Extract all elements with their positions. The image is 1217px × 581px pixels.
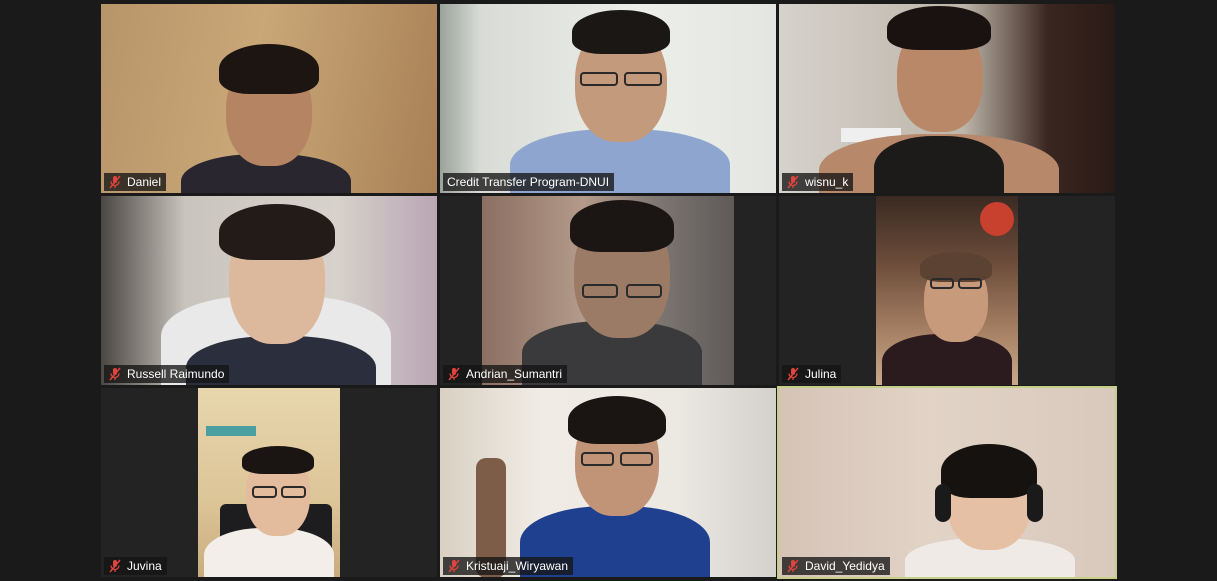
participant-name: Andrian_Sumantri xyxy=(466,367,563,381)
participant-name-label: Juvina xyxy=(104,557,167,575)
participant-name-label: Credit Transfer Program-DNUI xyxy=(443,173,615,191)
participant-video xyxy=(440,4,776,193)
participant-name-label: wisnu_k xyxy=(782,173,854,191)
participant-video xyxy=(779,388,1115,577)
mic-muted-icon xyxy=(447,367,461,381)
participant-name: wisnu_k xyxy=(805,175,849,189)
participant-video xyxy=(198,388,340,577)
participant-video xyxy=(101,196,437,385)
participant-name-label: Russell Raimundo xyxy=(104,365,230,383)
participant-name-label: Kristuaji_Wiryawan xyxy=(443,557,574,575)
participant-tile-wisnu-k[interactable]: wisnu_k xyxy=(779,4,1115,193)
participant-name-label: David_Yedidya xyxy=(782,557,890,575)
participant-video xyxy=(779,4,1115,193)
participant-name: Kristuaji_Wiryawan xyxy=(466,559,569,573)
gallery-view: Daniel Credit Transfer Program-DNUI wisn… xyxy=(0,0,1217,581)
participant-name-label: Julina xyxy=(782,365,842,383)
participant-video xyxy=(440,388,776,577)
mic-muted-icon xyxy=(786,559,800,573)
participant-tile-credit-transfer-program-dnui[interactable]: Credit Transfer Program-DNUI xyxy=(440,4,776,193)
participant-tile-daniel[interactable]: Daniel xyxy=(101,4,437,193)
participant-tile-andrian-sumantri[interactable]: Andrian_Sumantri xyxy=(440,196,776,385)
mic-muted-icon xyxy=(108,559,122,573)
participant-tile-julina[interactable]: Julina xyxy=(779,196,1115,385)
participant-name: Daniel xyxy=(127,175,162,189)
participant-name: Julina xyxy=(805,367,837,381)
mic-muted-icon xyxy=(108,367,122,381)
participant-tile-juvina[interactable]: Juvina xyxy=(101,388,437,577)
mic-muted-icon xyxy=(447,559,461,573)
participant-name: Juvina xyxy=(127,559,162,573)
participant-name: Russell Raimundo xyxy=(127,367,225,381)
mic-muted-icon xyxy=(786,367,800,381)
participant-video xyxy=(482,196,734,385)
participant-tile-kristuaji-wiryawan[interactable]: Kristuaji_Wiryawan xyxy=(440,388,776,577)
participant-name: David_Yedidya xyxy=(805,559,885,573)
participant-tile-david-yedidya[interactable]: David_Yedidya xyxy=(777,386,1117,579)
participant-video xyxy=(101,4,437,193)
participant-name-label: Daniel xyxy=(104,173,167,191)
participant-tile-russell-raimundo[interactable]: Russell Raimundo xyxy=(101,196,437,385)
mic-muted-icon xyxy=(786,175,800,189)
participant-video xyxy=(876,196,1018,385)
mic-muted-icon xyxy=(108,175,122,189)
participant-name-label: Andrian_Sumantri xyxy=(443,365,568,383)
participant-name: Credit Transfer Program-DNUI xyxy=(447,175,610,189)
